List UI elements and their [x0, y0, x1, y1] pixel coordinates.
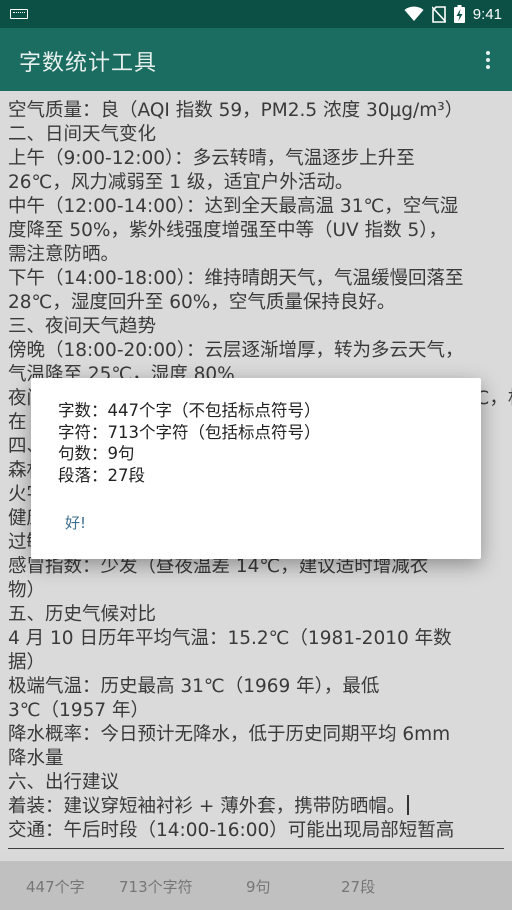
ok-button[interactable]: 好!: [65, 512, 86, 533]
dialog-content: 字数：447个字（不包括标点符号） 字符：713个字符（包括标点符号） 句数：9…: [58, 400, 321, 486]
dialog-paragraph-count: 段落：27段: [58, 465, 145, 485]
dialog-char-count: 字符：713个字符（包括标点符号）: [58, 422, 321, 442]
dialog-sentence-count: 句数：9句: [58, 444, 135, 463]
screen: 9:41 字数统计工具 空气质量：良（AQI 指数 59，PM2.5 浓度 30…: [0, 0, 512, 910]
dialog-word-count: 字数：447个字（不包括标点符号）: [58, 401, 321, 420]
stats-dialog: 字数：447个字（不包括标点符号） 字符：713个字符（包括标点符号） 句数：9…: [31, 378, 481, 559]
